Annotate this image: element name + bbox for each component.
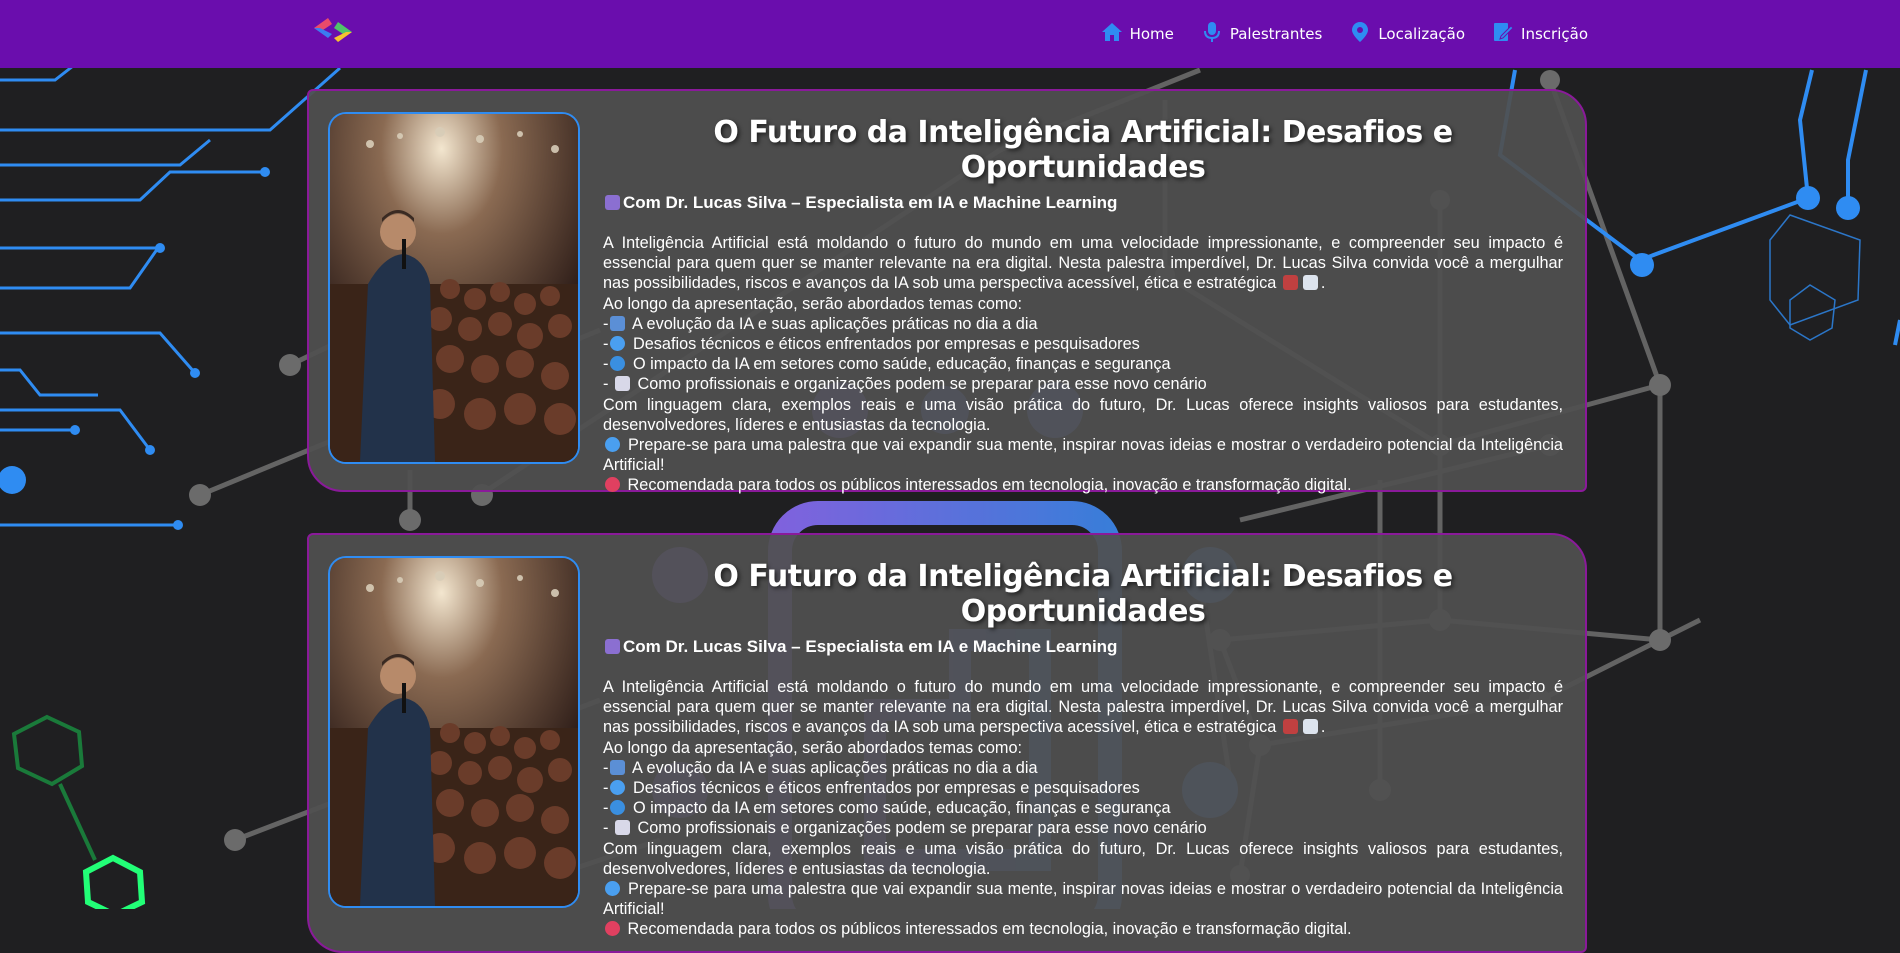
nav-links: Home Palestrantes Localização Inscrição <box>1100 20 1588 44</box>
globe-emoji-icon <box>610 356 626 372</box>
topic-text: A evolução da IA e suas aplicações práti… <box>632 758 1038 777</box>
robot-emoji-icon <box>1282 719 1298 735</box>
nav-label-home: Home <box>1129 25 1174 43</box>
nav-item-inscricao[interactable]: Inscrição <box>1491 20 1588 44</box>
nav-item-palestrantes[interactable]: Palestrantes <box>1200 20 1322 44</box>
edit-form-icon <box>1494 23 1514 41</box>
bar-chart-emoji-icon <box>610 759 626 775</box>
topics-intro: Ao longo da apresentação, serão abordado… <box>603 738 1023 757</box>
closing-paragraph: Com linguagem clara, exemplos reais e um… <box>603 395 1563 434</box>
topic-text: A evolução da IA e suas aplicações práti… <box>632 314 1038 333</box>
cta-paragraph: Prepare-se para uma palestra que vai exp… <box>603 435 1563 475</box>
lecture-title: O Futuro da Inteligência Artificial: Des… <box>713 559 1453 629</box>
magnifier-emoji-icon <box>610 336 626 352</box>
home-icon <box>1101 23 1122 41</box>
speaker-photo <box>328 556 580 908</box>
chart-emoji-icon <box>1302 275 1318 291</box>
code-brackets-logo[interactable] <box>308 14 358 48</box>
globe-emoji-icon <box>610 800 626 816</box>
cta-paragraph: Prepare-se para uma palestra que vai exp… <box>603 879 1563 919</box>
lecture-subtitle: Com Dr. Lucas Silva – Especialista em IA… <box>603 637 1563 657</box>
rocket-emoji-icon <box>614 820 630 836</box>
lecture-subtitle: Com Dr. Lucas Silva – Especialista em IA… <box>603 193 1563 213</box>
pin-emoji-icon <box>605 477 620 493</box>
card-body: O Futuro da Inteligência Artificial: Des… <box>603 559 1563 940</box>
speaker-emoji-icon <box>605 639 620 654</box>
cta-text: Prepare-se para uma palestra que vai exp… <box>603 436 1563 475</box>
speaker-emoji-icon <box>605 195 620 210</box>
topic-item: - Como profissionais e organizações pode… <box>603 819 1207 838</box>
map-pin-icon <box>1352 22 1369 42</box>
topic-item: - O impacto da IA em setores como saúde,… <box>603 799 1171 818</box>
lecture-card: O Futuro da Inteligência Artificial: Des… <box>307 89 1587 494</box>
nav-label-localizacao: Localização <box>1378 25 1466 43</box>
closing-paragraph: Com linguagem clara, exemplos reais e um… <box>603 839 1563 878</box>
audience-paragraph: Recomendada para todos os públicos inter… <box>603 919 1563 939</box>
lecture-description: A Inteligência Artificial está moldando … <box>603 677 1563 940</box>
top-navbar: Home Palestrantes Localização Inscrição <box>0 0 1900 68</box>
nav-item-localizacao[interactable]: Localização <box>1348 20 1465 44</box>
magnifier-emoji-icon <box>605 881 620 897</box>
audience-text: Recomendada para todos os públicos inter… <box>627 920 1352 939</box>
topic-item: - Desafios técnicos e éticos enfrentados… <box>603 779 1140 798</box>
topic-item: - Desafios técnicos e éticos enfrentados… <box>603 335 1140 354</box>
lecture-description: A Inteligência Artificial está moldando … <box>603 233 1563 496</box>
lecture-card: O Futuro da Inteligência Artificial: Des… <box>307 533 1587 953</box>
nav-label-inscricao: Inscrição <box>1521 25 1588 43</box>
lecture-title: O Futuro da Inteligência Artificial: Des… <box>713 115 1453 185</box>
topic-item: - O impacto da IA em setores como saúde,… <box>603 355 1171 374</box>
topic-item: - Como profissionais e organizações pode… <box>603 375 1207 394</box>
nav-label-palestrantes: Palestrantes <box>1229 25 1323 43</box>
audience-text: Recomendada para todos os públicos inter… <box>627 476 1352 495</box>
intro-text: A Inteligência Artificial está moldando … <box>603 234 1563 293</box>
topic-text: Desafios técnicos e éticos enfrentados p… <box>632 335 1140 354</box>
chart-emoji-icon <box>1302 719 1318 735</box>
pin-emoji-icon <box>605 921 620 937</box>
topic-text: Como profissionais e organizações podem … <box>637 819 1207 838</box>
topic-item: - A evolução da IA e suas aplicações prá… <box>603 758 1038 777</box>
speaker-photo <box>328 112 580 464</box>
lecture-subtitle-text: Com Dr. Lucas Silva – Especialista em IA… <box>623 637 1118 656</box>
magnifier-emoji-icon <box>610 780 626 796</box>
intro-paragraph: A Inteligência Artificial está moldando … <box>603 678 1563 737</box>
topic-text: O impacto da IA em setores como saúde, e… <box>632 799 1171 818</box>
microphone-icon <box>1203 22 1220 42</box>
intro-text: A Inteligência Artificial está moldando … <box>603 678 1563 737</box>
lecture-subtitle-text: Com Dr. Lucas Silva – Especialista em IA… <box>623 193 1118 212</box>
nav-item-home[interactable]: Home <box>1100 20 1174 44</box>
topics-intro: Ao longo da apresentação, serão abordado… <box>603 294 1023 313</box>
card-body: O Futuro da Inteligência Artificial: Des… <box>603 115 1563 496</box>
bar-chart-emoji-icon <box>610 315 626 331</box>
rocket-emoji-icon <box>614 376 630 392</box>
topic-item: - A evolução da IA e suas aplicações prá… <box>603 314 1038 333</box>
robot-emoji-icon <box>1282 275 1298 291</box>
topic-text: O impacto da IA em setores como saúde, e… <box>632 355 1171 374</box>
audience-paragraph: Recomendada para todos os públicos inter… <box>603 475 1563 495</box>
magnifier-emoji-icon <box>605 437 620 453</box>
topic-text: Como profissionais e organizações podem … <box>637 375 1207 394</box>
intro-paragraph: A Inteligência Artificial está moldando … <box>603 234 1563 293</box>
topic-text: Desafios técnicos e éticos enfrentados p… <box>632 779 1140 798</box>
cta-text: Prepare-se para uma palestra que vai exp… <box>603 880 1563 919</box>
